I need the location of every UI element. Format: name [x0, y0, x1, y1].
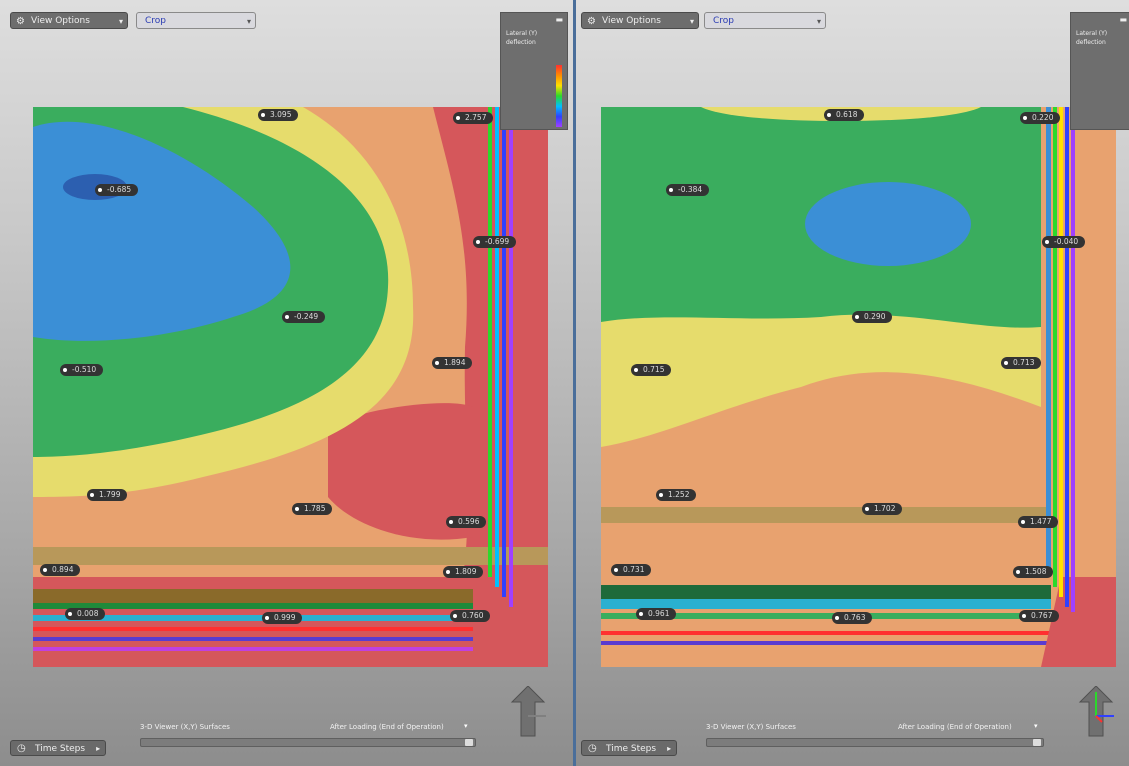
deflection-label: -0.510: [60, 364, 104, 376]
deflection-label: 1.702: [862, 503, 903, 515]
clock-icon: ◷: [17, 743, 26, 754]
axis-triad-icon[interactable]: [1076, 686, 1116, 738]
chevron-right-icon: ▸: [667, 744, 672, 753]
deflection-label: 0.760: [450, 610, 491, 622]
deflection-label: 0.290: [852, 311, 893, 323]
slider-thumb[interactable]: [1033, 739, 1041, 746]
deflection-label: 0.763: [832, 612, 873, 624]
weld-band-dark: [33, 589, 473, 603]
chevron-down-icon: ▾: [246, 17, 251, 26]
deflection-label: 0.220: [1020, 112, 1061, 124]
right-viewport[interactable]: ⚙ View Options ▾ Crop ▾ 0.618 0.220 -0.3…: [576, 0, 1129, 766]
viewer-caption: 3-D Viewer (X,Y) Surfaces: [706, 723, 796, 731]
time-steps-button[interactable]: ◷ Time Steps ▸: [581, 740, 678, 756]
time-steps-label: Time Steps: [35, 744, 86, 754]
chevron-down-icon: ▾: [816, 17, 821, 26]
minimize-icon[interactable]: ▬: [1119, 15, 1127, 24]
crop-label: Crop: [713, 16, 735, 26]
crop-dropdown[interactable]: Crop ▾: [704, 12, 826, 29]
viewer-caption: 3-D Viewer (X,Y) Surfaces: [140, 723, 230, 731]
deflection-label: 0.618: [824, 109, 865, 121]
chevron-down-icon: ▾: [689, 17, 694, 26]
left-viewport[interactable]: ⚙ View Options ▾ Crop ▾ 3.095 2.757 -0.6…: [0, 0, 573, 766]
view-options-label: View Options: [602, 16, 661, 26]
deflection-label: 0.731: [611, 564, 652, 576]
time-step-slider[interactable]: [140, 738, 476, 747]
deflection-label: 0.008: [65, 608, 106, 620]
gear-icon: ⚙: [587, 16, 596, 27]
view-options-label: View Options: [31, 16, 90, 26]
deflection-label: 1.894: [432, 357, 473, 369]
time-steps-button[interactable]: ◷ Time Steps ▸: [10, 740, 107, 756]
legend-title: Lateral (Y) deflection: [1076, 30, 1108, 46]
weld-band: [33, 547, 548, 565]
view-options-dropdown[interactable]: ⚙ View Options ▾: [10, 12, 128, 29]
deflection-label: 0.961: [636, 608, 677, 620]
deflection-label: 1.252: [656, 489, 697, 501]
view-options-dropdown[interactable]: ⚙ View Options ▾: [581, 12, 699, 29]
deflection-label: 3.095: [258, 109, 299, 121]
weld-band: [601, 507, 1051, 523]
legend-title: Lateral (Y) deflection: [506, 30, 538, 46]
chevron-down-icon: ▾: [118, 17, 123, 26]
deflection-label: 1.799: [87, 489, 128, 501]
deflection-label: 2.757: [453, 112, 494, 124]
color-scale-bar: [556, 65, 562, 127]
chevron-right-icon: ▸: [96, 744, 101, 753]
deflection-label: 0.713: [1001, 357, 1042, 369]
deflection-label: 1.508: [1013, 566, 1054, 578]
time-step-slider[interactable]: [706, 738, 1044, 747]
clock-icon: ◷: [588, 743, 597, 754]
deflection-label: 0.894: [40, 564, 81, 576]
time-steps-label: Time Steps: [606, 744, 657, 754]
deflection-label: -0.699: [473, 236, 517, 248]
contour-blue: [805, 182, 971, 266]
step-caption: After Loading (End of Operation): [330, 723, 444, 731]
deflection-label: 1.477: [1018, 516, 1059, 528]
chevron-down-icon[interactable]: ▾: [1034, 722, 1038, 730]
deflection-label: 0.715: [631, 364, 672, 376]
deflection-label: 1.785: [292, 503, 333, 515]
slider-thumb[interactable]: [465, 739, 473, 746]
color-scale-legend[interactable]: ▬ Lateral (Y) deflection: [500, 12, 568, 130]
deflection-label: 0.596: [446, 516, 487, 528]
deflection-label: -0.685: [95, 184, 139, 196]
crop-dropdown[interactable]: Crop ▾: [136, 12, 256, 29]
step-caption: After Loading (End of Operation): [898, 723, 1012, 731]
minimize-icon[interactable]: ▬: [555, 15, 563, 24]
deflection-label: 0.767: [1019, 610, 1060, 622]
crop-label: Crop: [145, 16, 167, 26]
deflection-label: -0.249: [282, 311, 326, 323]
deflection-label: -0.384: [666, 184, 710, 196]
gear-icon: ⚙: [16, 16, 25, 27]
weld-band-dark: [601, 585, 1051, 599]
color-scale-legend[interactable]: ▬ Lateral (Y) deflection: [1070, 12, 1129, 130]
deflection-label: 0.999: [262, 612, 303, 624]
dual-viewport: ⚙ View Options ▾ Crop ▾ 3.095 2.757 -0.6…: [0, 0, 1129, 766]
deflection-label: 1.809: [443, 566, 484, 578]
deflection-label: -0.040: [1042, 236, 1086, 248]
chevron-down-icon[interactable]: ▾: [464, 722, 468, 730]
axis-triad-icon[interactable]: [508, 686, 548, 738]
